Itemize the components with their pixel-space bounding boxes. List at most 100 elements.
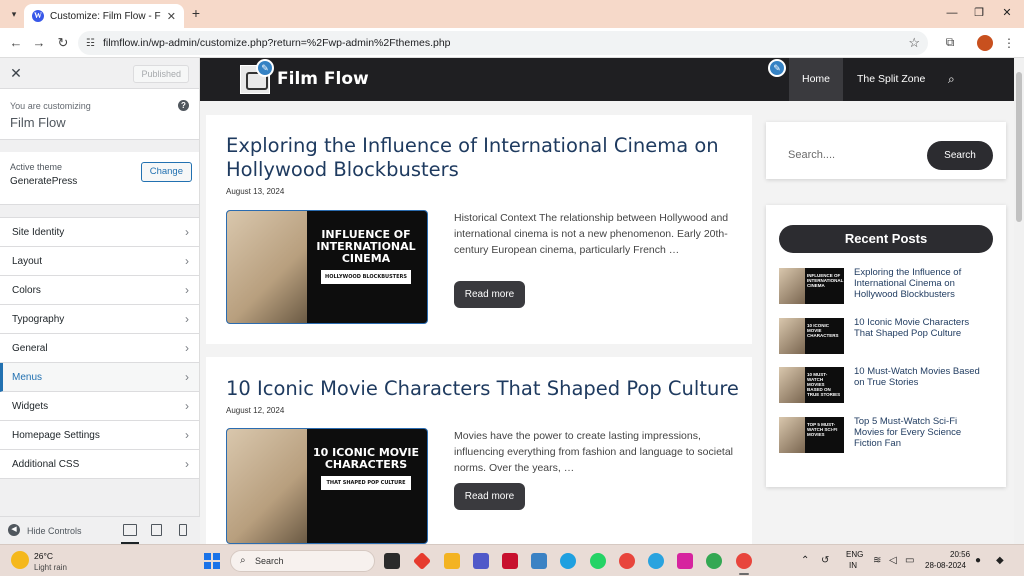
recent-post-item[interactable]: 10 ICONIC MOVIE CHARACTERS 10 Iconic Mov… <box>779 317 993 354</box>
forward-button[interactable]: → <box>31 35 47 51</box>
section-colors[interactable]: Colors › <box>0 276 199 305</box>
app-icon-red[interactable] <box>412 551 432 571</box>
mcafee-icon[interactable] <box>502 553 518 569</box>
section-general[interactable]: General › <box>0 334 199 363</box>
browser-menu-icon[interactable]: ⋮ <box>1003 35 1015 51</box>
tab-title: Customize: Film Flow - Flowing <box>50 10 161 22</box>
thumbnail-portrait <box>227 211 307 323</box>
desktop-preview-icon[interactable] <box>121 524 139 544</box>
close-customizer-icon[interactable]: ✕ <box>8 65 24 81</box>
recent-post-thumbnail[interactable]: TOP 5 MUST-WATCH SCI-FI MOVIES <box>779 417 844 453</box>
url-field[interactable]: ☷ filmflow.in/wp-admin/customize.php?ret… <box>78 31 928 55</box>
profile-avatar[interactable] <box>977 35 993 51</box>
task-view-icon[interactable] <box>384 553 400 569</box>
site-title[interactable]: Film Flow <box>277 69 369 89</box>
post-title[interactable]: Exploring the Influence of International… <box>226 134 726 182</box>
clock-date[interactable]: 28-08-2024 <box>925 561 966 570</box>
sidebar-search-button[interactable]: Search <box>927 141 993 170</box>
search-icon[interactable]: ⌕ <box>948 72 962 86</box>
read-more-button[interactable]: Read more <box>454 281 525 308</box>
minimize-button[interactable]: — <box>944 5 960 21</box>
address-bar: ← → ↻ ☷ filmflow.in/wp-admin/customize.p… <box>0 28 1024 58</box>
windows-start-icon[interactable] <box>204 553 220 569</box>
edit-menu-pencil-icon[interactable]: ✎ <box>768 59 786 77</box>
wifi-icon[interactable]: ≋ <box>873 555 881 566</box>
url-text: filmflow.in/wp-admin/customize.php?retur… <box>102 37 451 49</box>
sidebar-search-input[interactable]: Search.... <box>788 149 835 161</box>
section-layout[interactable]: Layout › <box>0 247 199 276</box>
new-tab-button[interactable]: + <box>188 5 204 21</box>
chevron-right-icon: › <box>185 399 189 413</box>
copilot-icon[interactable]: ◆ <box>996 555 1004 566</box>
nav-item-home[interactable]: Home <box>789 58 843 101</box>
whatsapp-icon[interactable] <box>590 553 606 569</box>
tablet-preview-icon[interactable] <box>151 524 162 536</box>
section-menus[interactable]: Menus › <box>0 363 199 392</box>
post-thumbnail[interactable]: 10 ICONIC MOVIE CHARACTERS THAT SHAPED P… <box>226 428 428 544</box>
show-hidden-icons-icon[interactable]: ⌃ <box>801 555 809 566</box>
teams-icon[interactable] <box>473 553 489 569</box>
section-site-identity[interactable]: Site Identity › <box>0 218 199 247</box>
store-icon[interactable] <box>531 553 547 569</box>
notification-icon[interactable]: ● <box>975 555 981 566</box>
reload-button[interactable]: ↻ <box>55 35 71 51</box>
mobile-preview-icon[interactable] <box>179 524 187 536</box>
sync-icon[interactable]: ↺ <box>821 555 829 566</box>
extensions-icon[interactable]: ⧉ <box>942 35 958 51</box>
edge-icon[interactable] <box>560 553 576 569</box>
close-tab-icon[interactable]: ✕ <box>167 10 176 23</box>
recent-post-link[interactable]: 10 Iconic Movie Characters That Shaped P… <box>854 317 989 339</box>
section-additional-css[interactable]: Additional CSS › <box>0 450 199 479</box>
back-button[interactable]: ← <box>8 35 24 51</box>
section-widgets[interactable]: Widgets › <box>0 392 199 421</box>
nav-item-the-split-zone[interactable]: The Split Zone <box>857 58 925 101</box>
tab-search-icon[interactable]: ▾ <box>6 6 22 22</box>
section-homepage-settings[interactable]: Homepage Settings › <box>0 421 199 450</box>
chrome-active-icon[interactable] <box>736 553 752 569</box>
post-thumbnail[interactable]: INFLUENCE OF INTERNATIONAL CINEMA HOLLYW… <box>226 210 428 324</box>
recent-post-link[interactable]: Top 5 Must-Watch Sci-Fi Movies for Every… <box>854 416 989 449</box>
change-theme-button[interactable]: Change <box>140 162 192 182</box>
site-header: ✎ Film Flow ✎ Home The Split Zone ⌕ <box>200 58 1024 101</box>
customizing-site-name: Film Flow <box>10 115 66 130</box>
file-explorer-icon[interactable] <box>444 553 460 569</box>
recent-post-item[interactable]: INFLUENCE OF INTERNATIONAL CINEMA Explor… <box>779 267 993 304</box>
volume-icon[interactable]: ◁ <box>889 555 897 566</box>
chrome-icon[interactable] <box>619 553 635 569</box>
post-title[interactable]: 10 Iconic Movie Characters That Shaped P… <box>226 377 746 401</box>
help-icon[interactable]: ? <box>178 100 189 111</box>
hide-controls-button[interactable]: Hide Controls <box>27 526 82 536</box>
hide-controls-icon[interactable]: ◀ <box>8 524 20 536</box>
bookmark-star-icon[interactable]: ☆ <box>908 35 920 51</box>
restore-button[interactable]: ❐ <box>971 5 987 21</box>
preview-scrollbar[interactable] <box>1014 58 1024 544</box>
browser-tab[interactable]: W Customize: Film Flow - Flowing ✕ <box>24 4 184 28</box>
site-info-icon[interactable]: ☷ <box>86 38 95 49</box>
recent-post-thumbnail[interactable]: 10 ICONIC MOVIE CHARACTERS <box>779 318 844 354</box>
taskbar-search[interactable]: ⌕ Search <box>230 550 375 572</box>
language-secondary[interactable]: IN <box>849 561 857 570</box>
recent-post-link[interactable]: 10 Must-Watch Movies Based on True Stori… <box>854 366 989 388</box>
telegram-icon[interactable] <box>648 553 664 569</box>
chrome-profile-icon[interactable] <box>706 553 722 569</box>
section-typography[interactable]: Typography › <box>0 305 199 334</box>
section-label: Colors <box>12 285 41 296</box>
close-window-button[interactable]: ✕ <box>999 5 1015 21</box>
recent-post-item[interactable]: 10 MUST-WATCH MOVIES BASED ON TRUE STORI… <box>779 366 993 403</box>
site-preview: ✎ Film Flow ✎ Home The Split Zone ⌕ Expl… <box>200 58 1024 544</box>
instagram-icon[interactable] <box>677 553 693 569</box>
recent-post-thumbnail[interactable]: 10 MUST-WATCH MOVIES BASED ON TRUE STORI… <box>779 367 844 403</box>
recent-post-thumbnail[interactable]: INFLUENCE OF INTERNATIONAL CINEMA <box>779 268 844 304</box>
published-button[interactable]: Published <box>133 65 189 83</box>
edit-logo-pencil-icon[interactable]: ✎ <box>256 59 274 77</box>
language-primary[interactable]: ENG <box>846 550 863 559</box>
recent-post-link[interactable]: Exploring the Influence of International… <box>854 267 989 300</box>
post-date: August 12, 2024 <box>226 406 285 415</box>
clock-time[interactable]: 20:56 <box>950 550 970 559</box>
battery-icon[interactable]: ▭ <box>905 555 914 566</box>
scrollbar-thumb[interactable] <box>1016 72 1022 222</box>
recent-post-item[interactable]: TOP 5 MUST-WATCH SCI-FI MOVIES Top 5 Mus… <box>779 416 993 453</box>
customizer-info: You are customizing Film Flow ? <box>0 89 199 140</box>
weather-icon[interactable] <box>11 551 29 569</box>
read-more-button[interactable]: Read more <box>454 483 525 510</box>
